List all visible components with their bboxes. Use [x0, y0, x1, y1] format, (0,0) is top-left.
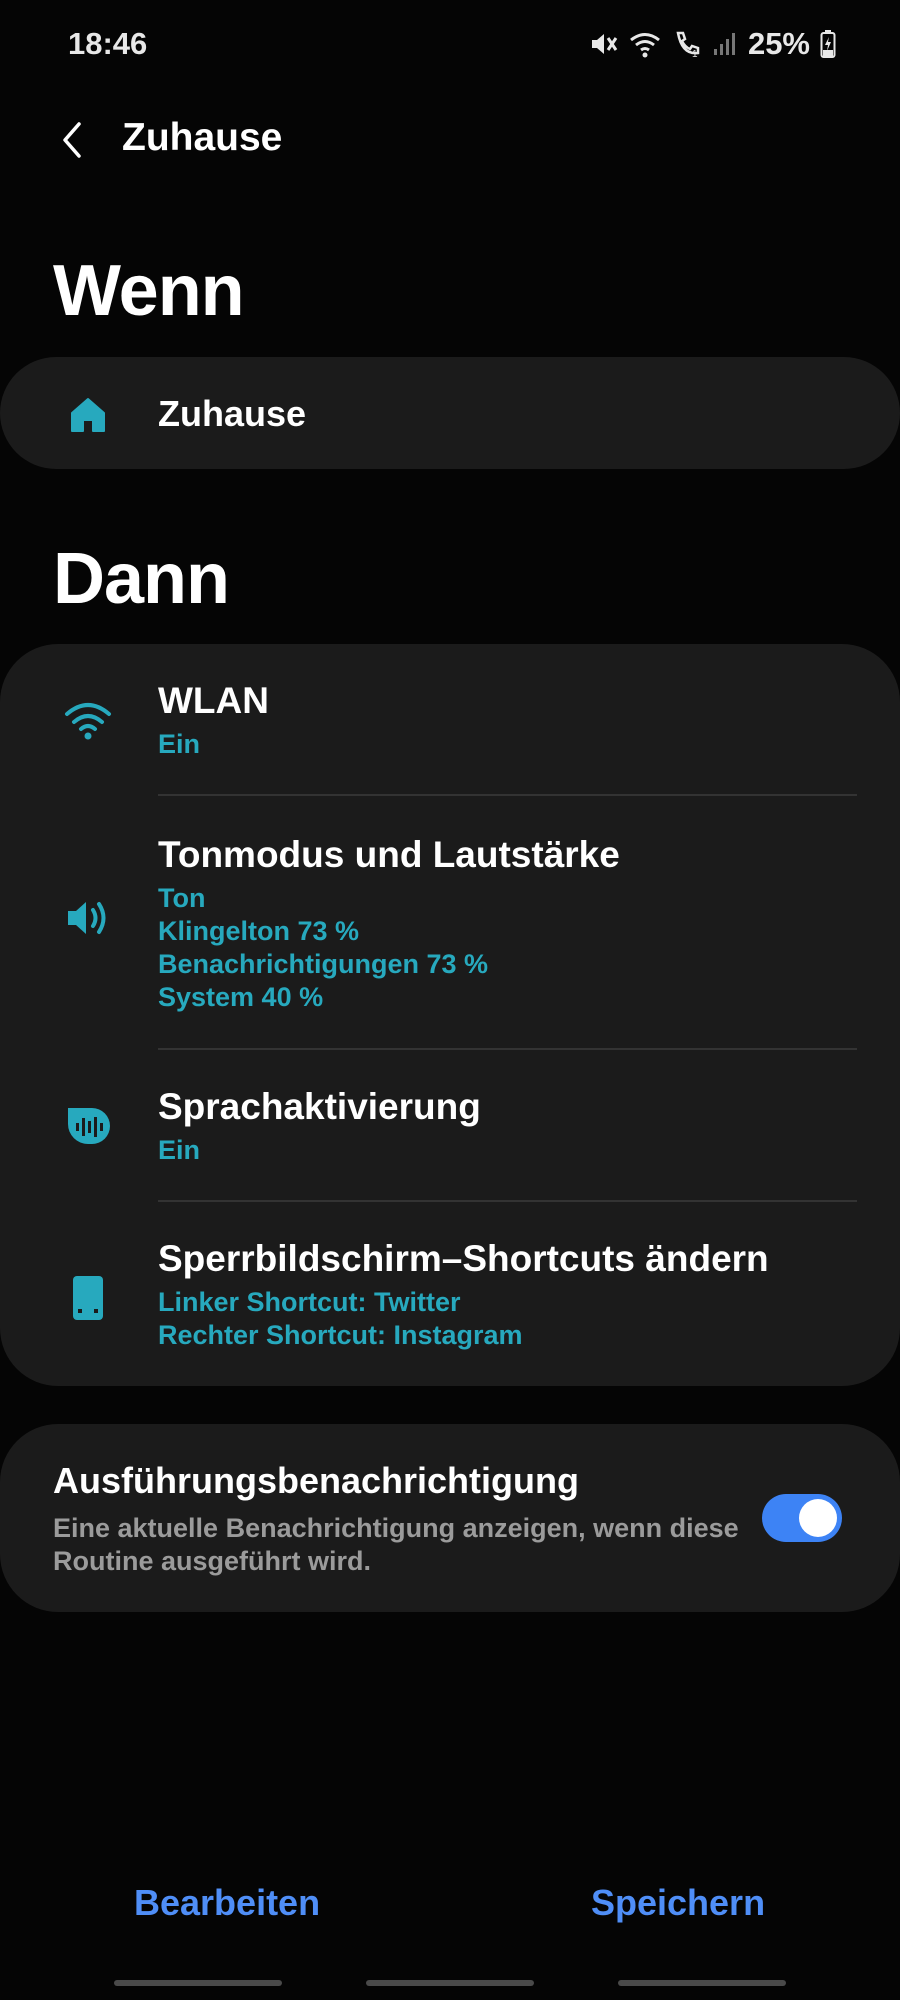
- when-condition-label: Zuhause: [158, 393, 307, 434]
- then-heading: Dann: [53, 539, 230, 619]
- action-detail: Linker Shortcut: Twitter: [158, 1287, 461, 1317]
- status-icons: 1 25%: [588, 24, 836, 64]
- voice-wakeup-icon: [64, 1102, 112, 1150]
- when-condition-card[interactable]: Zuhause: [0, 357, 900, 469]
- battery-level: 25%: [747, 26, 810, 61]
- action-lock-screen-shortcuts[interactable]: Sperrbildschirm–Shortcuts ändern Linker …: [0, 1202, 900, 1386]
- phone-icon: [64, 1274, 112, 1322]
- nav-recents-button[interactable]: [114, 1980, 282, 1986]
- action-voice-wakeup[interactable]: Sprachaktivierung Ein: [0, 1050, 900, 1200]
- then-actions-card: WLAN Ein Tonmodus und Lautstärke Ton Kli…: [0, 644, 900, 1386]
- action-wlan[interactable]: WLAN Ein: [0, 644, 900, 794]
- top-bar: Zuhause: [0, 100, 900, 180]
- notification-title: Ausführungsbenachrichtigung: [53, 1460, 579, 1501]
- home-icon: [66, 393, 110, 437]
- action-detail: Benachrichtigungen 73 %: [158, 949, 489, 979]
- back-button[interactable]: [44, 112, 100, 168]
- signal-icon: [712, 29, 738, 59]
- wifi-status-icon: [628, 29, 662, 59]
- action-detail: Klingelton 73 %: [158, 916, 360, 946]
- svg-text:1: 1: [692, 49, 698, 59]
- notification-description: Eine aktuelle Benachrichtigung anzeigen,…: [53, 1513, 739, 1576]
- nav-back-button[interactable]: [618, 1980, 786, 1986]
- mute-icon: [588, 29, 618, 59]
- when-heading: Wenn: [53, 251, 245, 331]
- action-title: Sprachaktivierung: [158, 1086, 481, 1127]
- speaker-icon: [64, 894, 112, 942]
- action-title: Sperrbildschirm–Shortcuts ändern: [158, 1238, 769, 1279]
- status-time: 18:46: [68, 26, 148, 61]
- execution-notification-card[interactable]: Ausführungsbenachrichtigung Eine aktuell…: [0, 1424, 900, 1612]
- action-title: Tonmodus und Lautstärke: [158, 834, 620, 875]
- page-title: Zuhause: [122, 116, 283, 159]
- nav-home-button[interactable]: [366, 1980, 534, 1986]
- toggle-knob: [799, 1499, 837, 1537]
- save-button[interactable]: Speichern: [591, 1882, 765, 1924]
- notification-toggle[interactable]: [762, 1494, 842, 1542]
- action-title: WLAN: [158, 680, 269, 721]
- action-detail: Ton: [158, 883, 206, 913]
- action-sound-mode[interactable]: Tonmodus und Lautstärke Ton Klingelton 7…: [0, 796, 900, 1048]
- edit-button[interactable]: Bearbeiten: [134, 1882, 320, 1924]
- wifi-call-icon: 1: [672, 29, 702, 59]
- action-detail: System 40 %: [158, 982, 324, 1012]
- action-detail: Ein: [158, 729, 201, 759]
- battery-charging-icon: [820, 29, 836, 59]
- action-detail: Rechter Shortcut: Instagram: [158, 1320, 523, 1350]
- chevron-left-icon: [63, 122, 81, 158]
- status-bar: 18:46 1 25%: [0, 0, 900, 90]
- action-detail: Ein: [158, 1135, 201, 1165]
- wifi-icon: [64, 696, 112, 744]
